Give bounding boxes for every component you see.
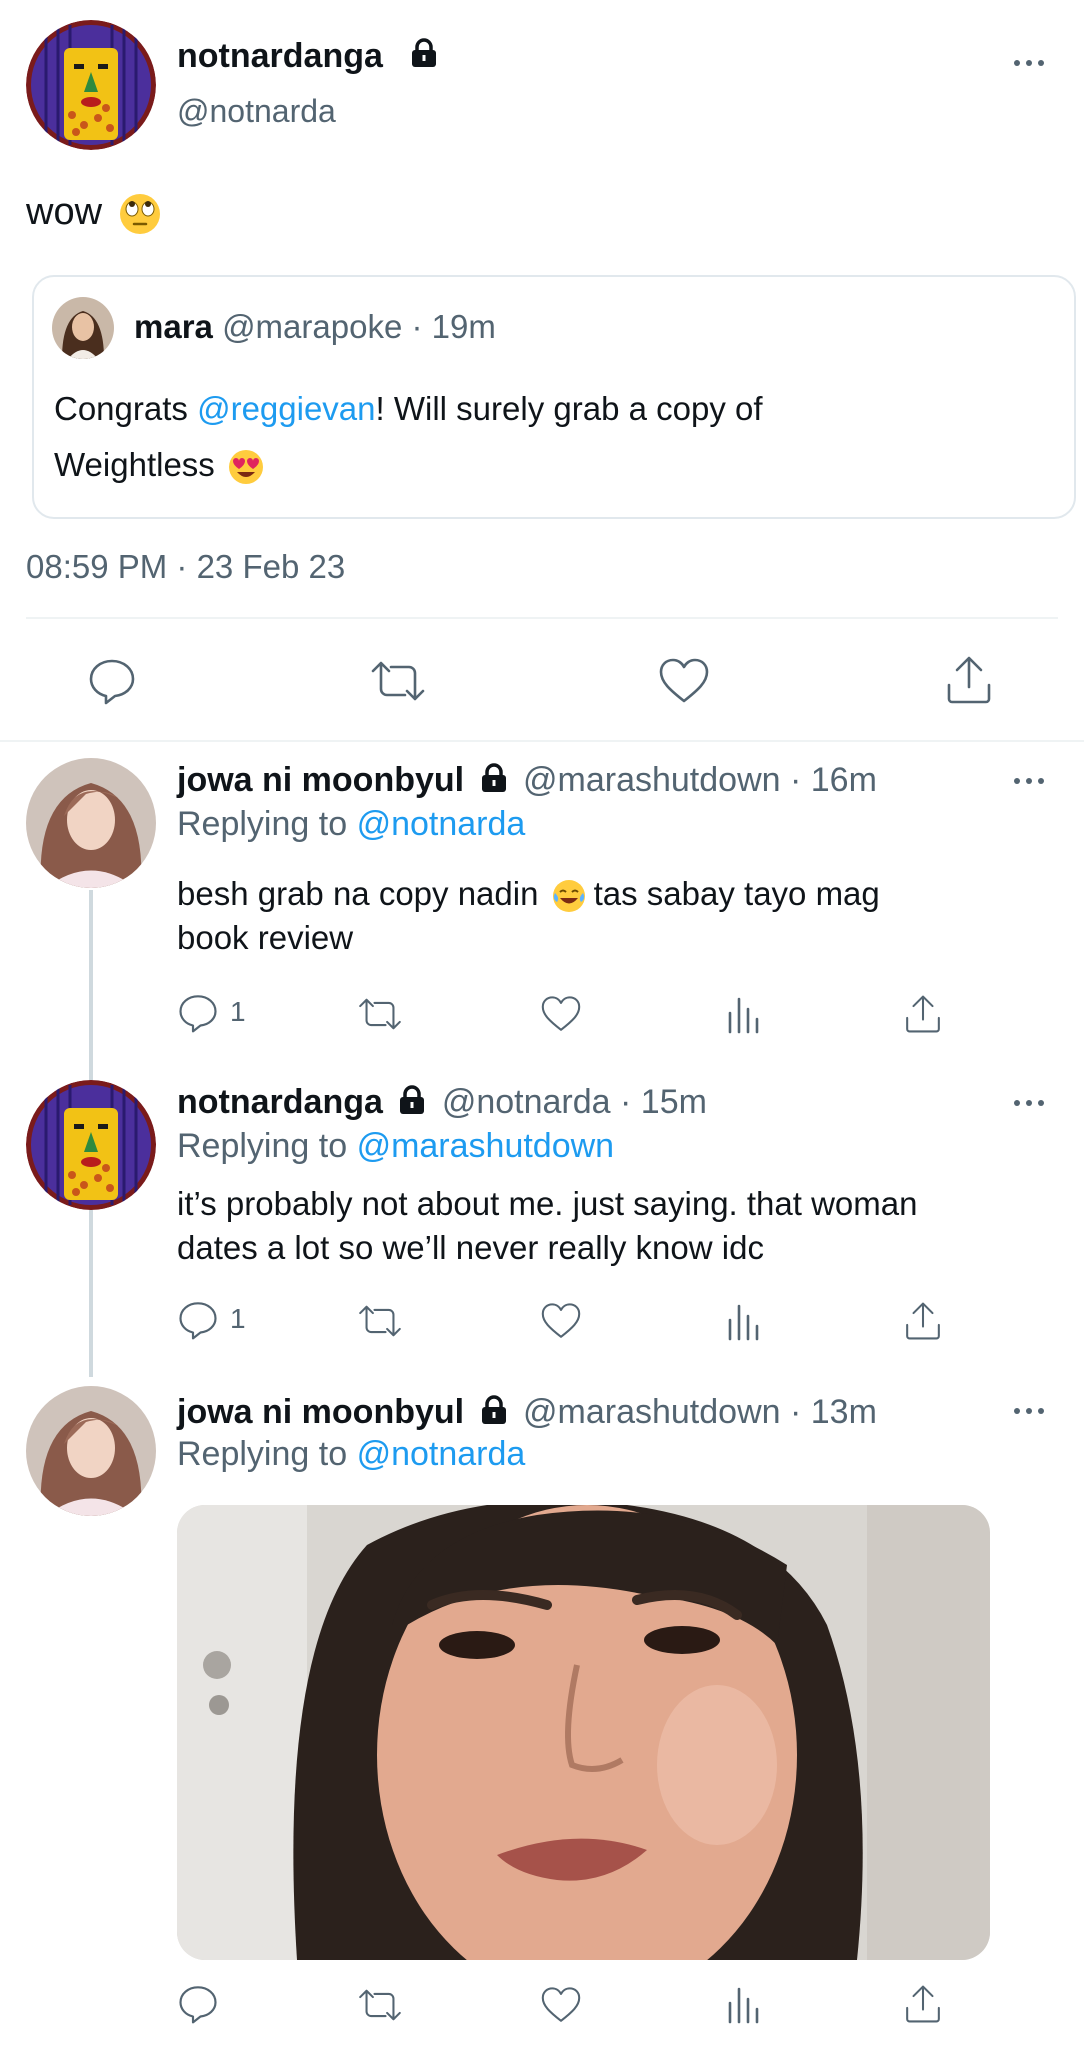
like-icon[interactable] <box>658 657 710 705</box>
share-icon[interactable] <box>904 1984 942 2024</box>
views-icon[interactable] <box>726 1302 760 1342</box>
more-icon[interactable] <box>1014 1408 1044 1414</box>
replying-to: Replying to @notnarda <box>177 805 526 843</box>
display-name[interactable]: notnardanga <box>177 1083 383 1121</box>
reply-count: 1 <box>230 996 246 1027</box>
avatar-art <box>26 1080 156 1210</box>
views-icon[interactable] <box>726 1985 760 2025</box>
reply-icon[interactable] <box>177 993 219 1033</box>
reply-count: 1 <box>230 1303 246 1334</box>
time[interactable]: · 16m <box>790 761 877 799</box>
retweet-icon[interactable] <box>357 995 403 1033</box>
replying-to-link[interactable]: @notnarda <box>357 805 526 843</box>
reply-text: it’s probably not about me. just saying.… <box>177 1185 918 1266</box>
mention-link[interactable]: @reggievan <box>197 390 375 427</box>
quote-handle[interactable]: @marapoke <box>222 308 402 345</box>
avatar[interactable] <box>26 1080 156 1210</box>
retweet-icon[interactable] <box>357 1986 403 2024</box>
retweet-icon[interactable] <box>369 657 427 705</box>
display-name[interactable]: jowa ni moonbyul <box>177 761 464 799</box>
avatar[interactable] <box>26 758 156 888</box>
like-icon[interactable] <box>540 1986 582 2024</box>
like-icon[interactable] <box>540 995 582 1033</box>
lock-icon <box>398 1085 426 1115</box>
replying-to: Replying to @marashutdown <box>177 1127 615 1165</box>
lock-icon <box>480 763 508 793</box>
timestamp[interactable]: 08:59 PM · 23 Feb 23 <box>26 547 345 587</box>
tears-of-joy-emoji <box>552 879 586 913</box>
quote-header: mara @marapoke · 19m <box>134 307 496 347</box>
retweet-icon[interactable] <box>357 1302 403 1340</box>
avatar-photo <box>26 1386 156 1516</box>
share-icon[interactable] <box>904 994 942 1034</box>
display-name[interactable]: jowa ni moonbyul <box>177 1393 464 1431</box>
replying-to-link[interactable]: @notnarda <box>357 1435 526 1473</box>
reply-icon[interactable] <box>87 657 137 705</box>
more-icon[interactable] <box>1014 778 1044 784</box>
more-icon[interactable] <box>1014 60 1044 66</box>
heart-eyes-emoji <box>228 449 264 485</box>
share-icon[interactable] <box>945 655 993 705</box>
avatar-photo <box>26 758 156 888</box>
reply-icon[interactable] <box>177 1300 219 1340</box>
divider <box>26 617 1058 619</box>
more-icon[interactable] <box>1014 1100 1044 1106</box>
replying-to-link[interactable]: @marashutdown <box>357 1127 615 1165</box>
reply-text: besh grab na copy nadin tas sabay tayo m… <box>177 875 880 956</box>
like-icon[interactable] <box>540 1302 582 1340</box>
reply-icon[interactable] <box>177 1984 219 2024</box>
quote-text: Congrats @reggievan! Will surely grab a … <box>54 381 763 493</box>
section-divider <box>0 740 1084 742</box>
handle[interactable]: @notnarda <box>442 1083 611 1121</box>
gif-frame <box>177 1505 990 1960</box>
avatar[interactable] <box>26 20 156 150</box>
share-icon[interactable] <box>904 1301 942 1341</box>
replying-to: Replying to @notnarda <box>177 1435 526 1473</box>
reply-header: notnardanga @notnarda · 15m <box>177 1082 707 1122</box>
quote-display-name[interactable]: mara <box>134 308 213 345</box>
time[interactable]: · 15m <box>620 1083 707 1121</box>
gif-image[interactable] <box>177 1505 990 1960</box>
handle[interactable]: @marashutdown <box>523 761 781 799</box>
handle[interactable]: @marashutdown <box>523 1393 781 1431</box>
lock-icon <box>480 1395 508 1425</box>
reply-header: jowa ni moonbyul @marashutdown · 13m <box>177 1392 877 1432</box>
face-with-rolling-eyes-emoji <box>119 193 161 235</box>
quote-avatar-photo <box>52 297 114 359</box>
avatar[interactable] <box>26 1386 156 1516</box>
reply-header: jowa ni moonbyul @marashutdown · 16m <box>177 760 877 800</box>
avatar-art <box>26 20 156 150</box>
quote-avatar[interactable] <box>52 297 114 359</box>
tweet-text: wow <box>26 190 161 235</box>
lock-icon <box>410 38 438 68</box>
display-name[interactable]: notnardanga <box>177 36 383 76</box>
quote-time[interactable]: · 19m <box>411 308 495 345</box>
time[interactable]: · 13m <box>790 1393 877 1431</box>
views-icon[interactable] <box>726 995 760 1035</box>
handle[interactable]: @notnarda <box>177 92 336 130</box>
